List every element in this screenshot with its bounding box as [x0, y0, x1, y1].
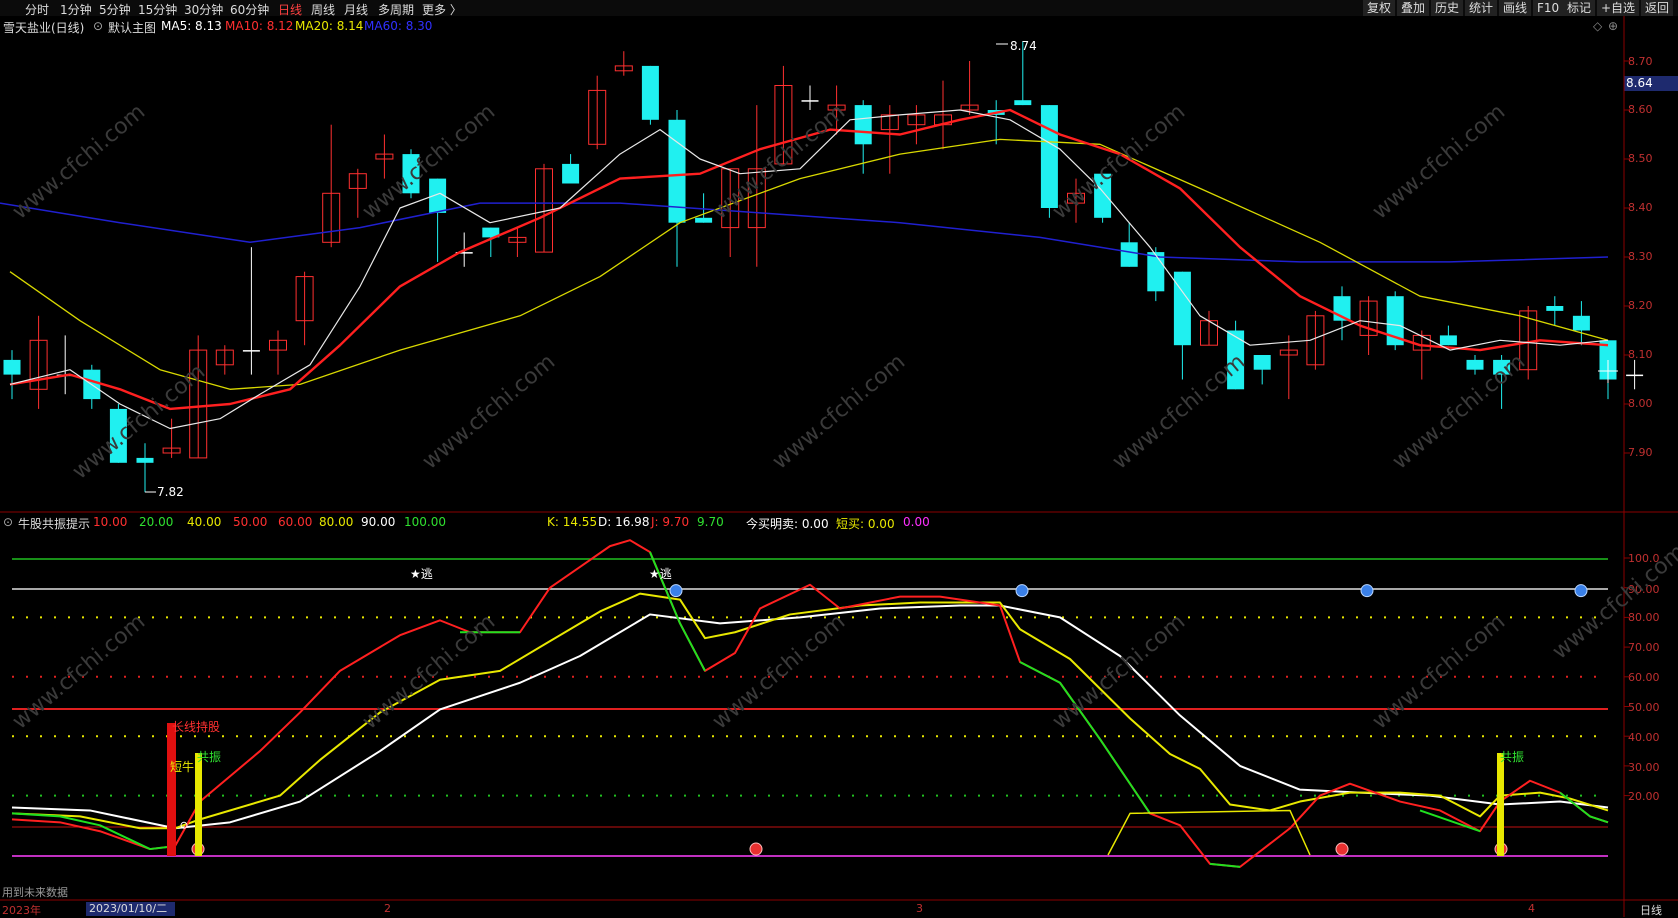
watermark-text: www.cfchi.com — [1388, 349, 1530, 474]
candle-body — [1466, 359, 1484, 370]
watermark-text: www.cfchi.com — [358, 609, 500, 734]
candle-body — [1546, 306, 1564, 311]
watermark-text: www.cfchi.com — [1368, 609, 1510, 734]
watermark-text: www.cfchi.com — [1548, 539, 1678, 664]
low-price-label: 7.82 — [157, 485, 184, 499]
period-label: 日线 — [1640, 904, 1662, 917]
candle-body — [136, 457, 154, 463]
sell-signal-icon — [1360, 584, 1374, 598]
candle-body — [1040, 105, 1058, 208]
candle-body — [854, 105, 872, 145]
candle-body — [1120, 242, 1138, 267]
candle-body — [1253, 355, 1271, 370]
resonance-signal-bar — [1497, 753, 1504, 856]
short-signal-label: 短牛 — [170, 759, 194, 774]
watermark-text: www.cfchi.com — [418, 349, 560, 474]
candle-body — [1439, 335, 1457, 346]
watermark-text: www.cfchi.com — [708, 609, 850, 734]
cursor-date-label: 2023/01/10/二 — [86, 902, 175, 916]
buy-signal-icon — [749, 842, 763, 856]
month-label: 3 — [916, 902, 923, 915]
escape-signal-label: ★逃 — [649, 567, 672, 581]
hold-signal-label: 长线持股 — [172, 719, 220, 734]
watermark-text: www.cfchi.com — [1048, 609, 1190, 734]
j-down-segment — [1209, 862, 1241, 868]
candle-body — [562, 163, 580, 184]
candle-body — [1147, 252, 1165, 292]
watermark-text: www.cfchi.com — [1368, 99, 1510, 224]
candle-body — [641, 65, 659, 120]
candle-body — [1572, 315, 1590, 331]
hold-signal-bar — [167, 723, 176, 856]
watermark-text: www.cfchi.com — [1108, 349, 1250, 474]
year-label: 2023年 — [2, 904, 41, 917]
watermark-text: www.cfchi.com — [8, 609, 150, 734]
watermark-text: www.cfchi.com — [358, 99, 500, 224]
month-label: 4 — [1528, 902, 1535, 915]
candle-body — [695, 217, 713, 223]
kline-chart[interactable]: 8.74 7.82 ★逃 ★逃 长线持股 短牛 共振 共振 www.cfchi.… — [0, 0, 1678, 917]
watermark-text: www.cfchi.com — [1048, 99, 1190, 224]
watermark-text: www.cfchi.com — [8, 99, 150, 224]
month-label: 2 — [384, 902, 391, 915]
candle-body — [1626, 374, 1644, 377]
candle-body — [801, 100, 819, 102]
resonance-signal-label: 共振 — [197, 750, 221, 764]
future-data-note: 用到未来数据 — [2, 886, 68, 899]
resonance-signal-label: 共振 — [1500, 750, 1524, 764]
watermark-text: www.cfchi.com — [768, 349, 910, 474]
buy-signal-icon — [1335, 842, 1349, 856]
ma60-line — [0, 202, 1609, 263]
sell-signal-icon — [1574, 584, 1588, 598]
short-buy-band — [1107, 809, 1311, 856]
candle-body — [242, 350, 260, 352]
escape-signal-label: ★逃 — [410, 567, 433, 581]
high-price-label: 8.74 — [1010, 39, 1037, 53]
resonance-signal-bar — [195, 753, 202, 856]
sell-signal-icon — [1015, 584, 1029, 598]
j-down-segment — [1419, 809, 1481, 833]
ma10-line — [9, 108, 1609, 411]
ma5-line — [9, 109, 1609, 430]
sell-signal-icon — [669, 584, 683, 598]
candle-body — [1014, 100, 1032, 106]
candle-body — [3, 359, 21, 375]
